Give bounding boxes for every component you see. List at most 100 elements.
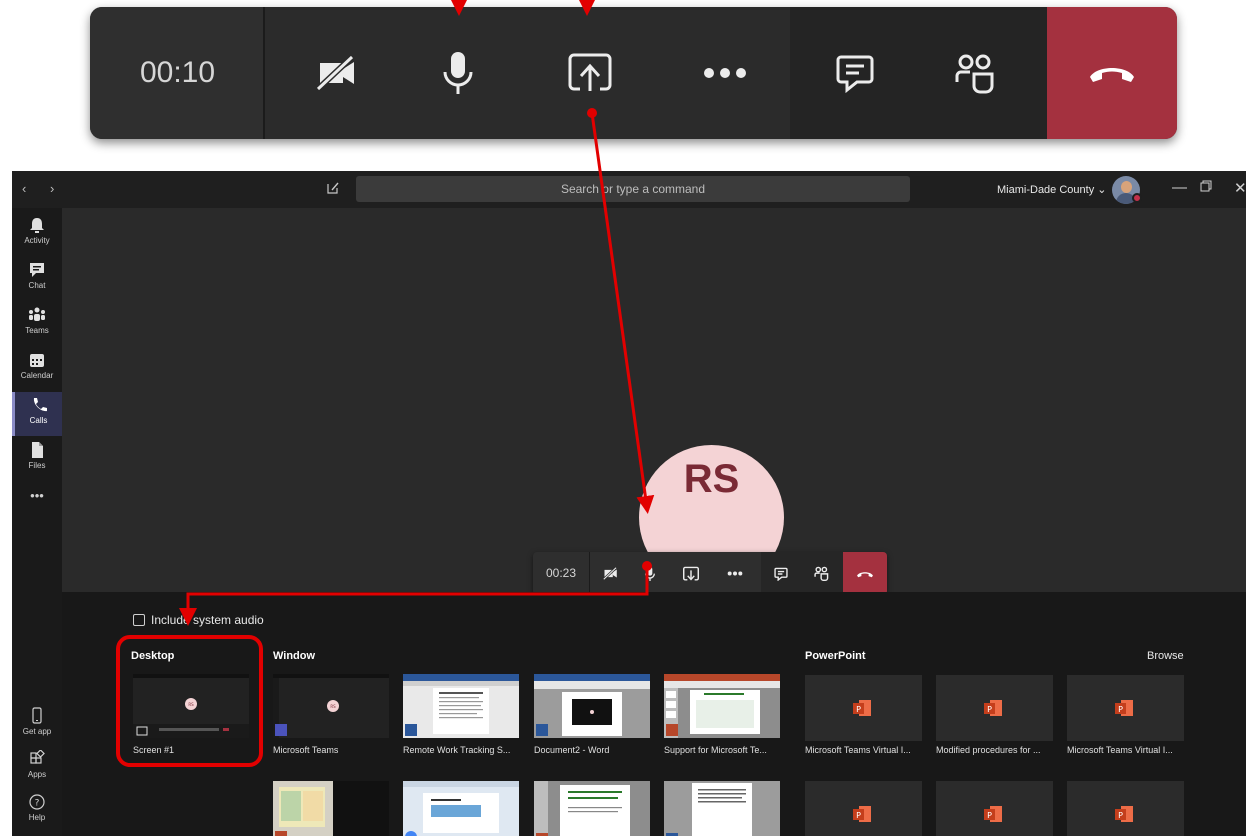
window-tile[interactable] (664, 781, 780, 836)
more-actions-icon (727, 571, 743, 576)
rail-item-help[interactable]: ? Help (12, 789, 62, 833)
include-system-audio-checkbox[interactable]: Include system audio (133, 613, 264, 627)
call-stage: RS 00:23 (62, 208, 1246, 595)
close-button[interactable]: ✕ (1234, 179, 1246, 197)
rail-label: Teams (25, 326, 49, 335)
powerpoint-file-tile[interactable]: P (805, 675, 922, 741)
word-window-thumbnail (534, 674, 650, 738)
rail-label: Calls (29, 416, 48, 425)
compose-button[interactable] (326, 181, 340, 200)
window-tile[interactable] (273, 781, 389, 836)
avatar-head (1121, 181, 1132, 193)
rail-label: Activity (24, 236, 50, 245)
browse-button[interactable]: Browse (1147, 650, 1184, 662)
powerpoint-icon: P (984, 806, 1002, 822)
microphone-button[interactable] (408, 7, 508, 139)
svg-text:P: P (1118, 705, 1123, 714)
powerpoint-icon: P (853, 806, 871, 822)
chat-icon (30, 263, 44, 277)
chat-button[interactable] (805, 7, 905, 139)
teams-window-thumbnail: RS (273, 674, 389, 738)
teams-icon (29, 307, 45, 321)
rail-more-button[interactable]: ••• (12, 488, 62, 532)
call-timer: 00:23 (533, 552, 590, 595)
nav-arrows[interactable]: ‹ › (22, 181, 64, 196)
powerpoint-icon: P (1115, 806, 1133, 822)
search-input[interactable]: Search or type a command (356, 176, 910, 202)
desktop-highlight-box (116, 635, 263, 767)
participants-button[interactable] (803, 552, 839, 595)
more-actions-button[interactable] (675, 7, 775, 139)
hang-up-button[interactable] (1047, 7, 1177, 139)
rail-item-get-app[interactable]: Get app (12, 703, 62, 747)
call-timer: 00:10 (139, 56, 216, 89)
powerpoint-file-tile[interactable]: P (1067, 675, 1184, 741)
window-caption: Support for Microsoft Te... (664, 745, 767, 755)
window-caption: Remote Work Tracking S... (403, 745, 511, 755)
share-screen-button[interactable] (540, 7, 640, 139)
rail-item-files[interactable]: Files (12, 437, 62, 481)
svg-text:RS: RS (330, 704, 336, 709)
powerpoint-file-tile[interactable]: P (936, 781, 1053, 836)
rail-item-calendar[interactable]: Calendar (12, 347, 62, 391)
restore-icon (1200, 180, 1212, 192)
camera-toggle-button[interactable] (280, 7, 395, 139)
window-caption: Microsoft Teams (273, 745, 339, 755)
phone-icon (33, 398, 47, 412)
more-actions-icon (704, 68, 746, 78)
hang-up-icon (1090, 68, 1134, 82)
presence-badge (1132, 193, 1142, 203)
rail-item-apps[interactable]: Apps (12, 746, 62, 790)
participant-initials: RS (683, 457, 740, 501)
powerpoint-file-tile[interactable]: P (1067, 781, 1184, 836)
powerpoint-icon: P (853, 700, 871, 716)
more-actions-button[interactable] (717, 552, 753, 595)
window-tile[interactable] (403, 674, 519, 738)
share-screen-icon (568, 53, 612, 91)
chat-icon (836, 55, 874, 93)
excel-window-thumbnail (273, 781, 389, 836)
window-tile[interactable] (664, 674, 780, 738)
window-heading: Window (273, 650, 316, 662)
maximize-button[interactable] (1200, 179, 1212, 196)
minimize-button[interactable]: — (1172, 179, 1187, 196)
window-tile[interactable]: RS (273, 674, 389, 738)
powerpoint-caption: Modified procedures for ... (936, 745, 1041, 755)
chat-icon (774, 567, 788, 581)
camera-toggle-button[interactable] (593, 552, 629, 595)
microphone-icon (645, 566, 655, 581)
rail-label: Help (28, 813, 46, 822)
powerpoint-file-tile[interactable]: P (936, 675, 1053, 741)
powerpoint-file-tile[interactable]: P (805, 781, 922, 836)
apps-icon (30, 750, 45, 764)
excel-window-thumbnail (403, 674, 519, 738)
participants-button[interactable] (925, 7, 1025, 139)
screenshot-stage: 00:10 ‹ › Search or type a command Miami… (0, 0, 1246, 836)
participants-icon (955, 54, 994, 94)
camera-off-icon (603, 567, 617, 580)
rail-label: Files (28, 461, 46, 470)
title-bar: ‹ › Search or type a command Miami-Dade … (12, 171, 1246, 208)
window-tile[interactable] (403, 781, 519, 836)
rail-item-teams[interactable]: Teams (12, 302, 62, 346)
org-switcher[interactable]: Miami-Dade County ⌄ (997, 183, 1106, 196)
checkbox-box[interactable] (133, 614, 145, 626)
zoomed-call-toolbar: 00:10 (90, 7, 1177, 139)
microphone-button[interactable] (635, 552, 665, 595)
svg-text:P: P (987, 811, 992, 820)
rail-item-calls[interactable]: Calls (12, 392, 62, 436)
rail-label: Calendar (20, 371, 54, 380)
powerpoint-window-thumbnail (534, 781, 650, 836)
window-caption: Document2 - Word (534, 745, 610, 755)
hang-up-button[interactable] (843, 552, 887, 595)
stop-sharing-button[interactable] (673, 552, 709, 595)
window-tile[interactable] (534, 674, 650, 738)
rail-item-activity[interactable]: Activity (12, 212, 62, 256)
powerpoint-heading: PowerPoint (805, 650, 866, 662)
calendar-icon (30, 354, 44, 367)
chat-button[interactable] (763, 552, 799, 595)
camera-off-icon (315, 55, 354, 91)
window-tile[interactable] (534, 781, 650, 836)
rail-item-chat[interactable]: Chat (12, 257, 62, 301)
svg-text:P: P (856, 705, 861, 714)
